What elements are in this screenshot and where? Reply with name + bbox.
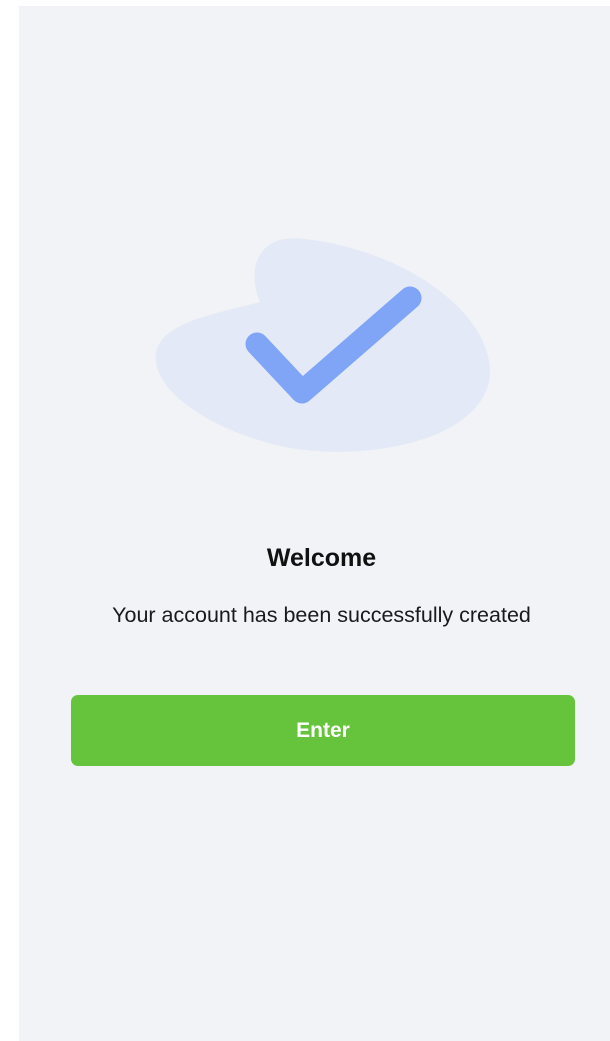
enter-button[interactable]: Enter [71,695,575,766]
blob-background [155,238,490,452]
success-message: Your account has been successfully creat… [112,603,531,627]
success-screen: Welcome Your account has been successful… [19,6,610,1041]
success-illustration [155,232,491,456]
welcome-title: Welcome [266,544,377,572]
checkmark-icon [155,238,490,452]
